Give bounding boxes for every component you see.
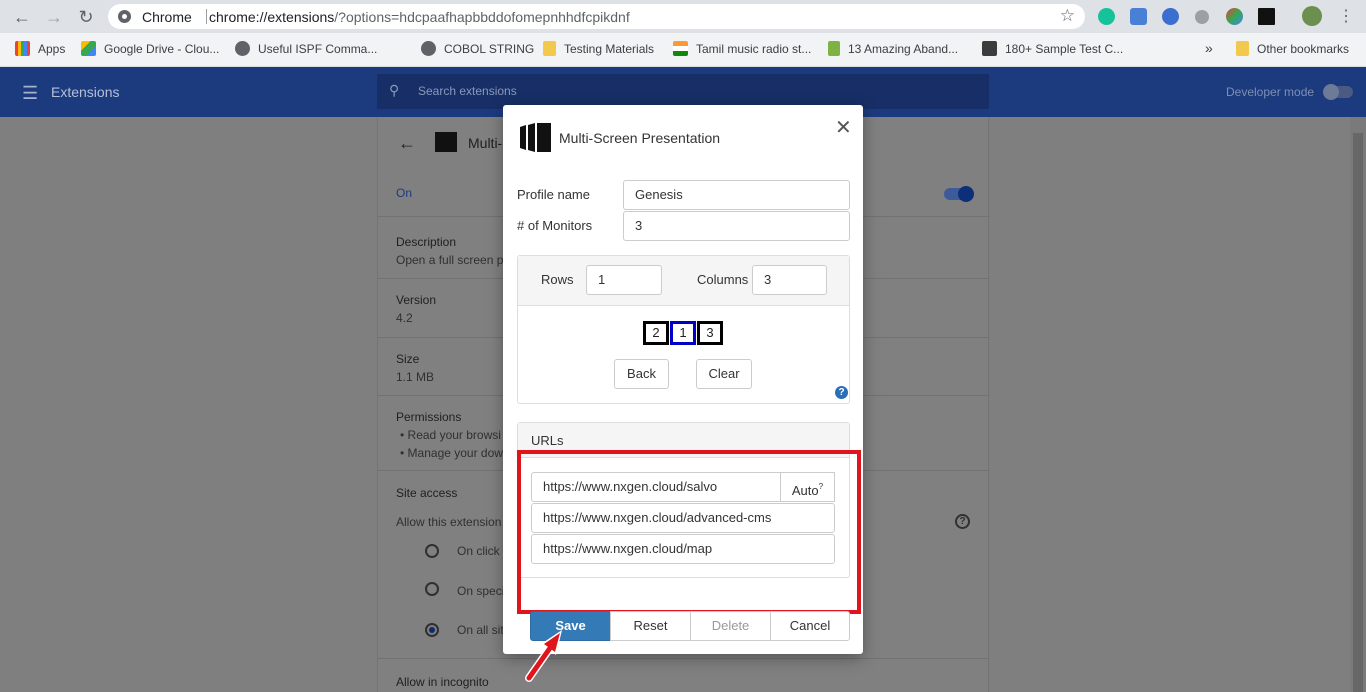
help-icon[interactable]: ?	[955, 514, 970, 529]
clear-button[interactable]: Clear	[696, 359, 752, 389]
bookmark-apps[interactable]: Apps	[15, 41, 65, 59]
folder-icon	[1236, 41, 1249, 56]
on-label: On	[396, 186, 413, 200]
description-text: Open a full screen pr	[396, 253, 508, 267]
monitor-cell-selected[interactable]: 1	[670, 321, 696, 345]
browser-toolbar: ← → ↻ Chrome chrome://extensions/?option…	[0, 0, 1366, 33]
bookmark-ispf[interactable]: Useful ISPF Comma...	[235, 41, 377, 59]
bookmark-amazing[interactable]: 13 Amazing Aband...	[828, 41, 958, 59]
bookmark-tamil-radio[interactable]: Tamil music radio st...	[673, 41, 811, 59]
radio-label: On specif	[457, 584, 508, 598]
size-value: 1.1 MB	[396, 370, 435, 384]
developer-mode-toggle[interactable]	[1323, 84, 1353, 100]
reload-icon[interactable]: ↻	[74, 5, 98, 29]
monitors-count-field[interactable]: 3	[623, 211, 850, 241]
multi-screen-extension-icon[interactable]	[1258, 8, 1275, 25]
page-title: Extensions	[51, 84, 120, 100]
chrome-icon	[118, 10, 131, 23]
permission-item: • Read your browsi	[400, 428, 501, 442]
columns-label: Columns	[697, 272, 749, 287]
bookmark-star-icon[interactable]: ☆	[1060, 6, 1075, 26]
radio-on-specific[interactable]	[425, 582, 439, 596]
monitor-cell[interactable]: 2	[643, 321, 669, 345]
columns-field[interactable]: 3	[752, 265, 827, 295]
radio-on-all-sites[interactable]	[425, 623, 439, 637]
translate-icon[interactable]	[1162, 8, 1179, 25]
bookmark-google-drive[interactable]: Google Drive - Clou...	[81, 41, 219, 59]
grammarly-icon[interactable]	[1098, 8, 1115, 25]
colorful-extension-icon[interactable]	[1226, 8, 1243, 25]
profile-name-field[interactable]: Genesis	[623, 180, 850, 210]
extension-logo-icon	[435, 132, 457, 152]
url-text: chrome://extensions/?options=hdcpaafhapb…	[209, 9, 630, 25]
india-flag-icon	[673, 41, 688, 56]
search-extensions-field[interactable]: ⚲ Search extensions	[377, 74, 989, 109]
bookmark-sample-test[interactable]: 180+ Sample Test C...	[982, 41, 1123, 59]
monitor-cell[interactable]: 3	[697, 321, 723, 345]
back-button[interactable]: Back	[614, 359, 669, 389]
radio-on-click[interactable]	[425, 544, 439, 558]
site-access-description: Allow this extension t	[396, 515, 509, 529]
urls-highlight-box	[517, 450, 861, 614]
urls-title: URLs	[531, 433, 564, 448]
developer-mode-label: Developer mode	[1226, 85, 1315, 99]
rows-field[interactable]: 1	[586, 265, 662, 295]
bookmark-testing[interactable]: Testing Materials	[543, 41, 654, 59]
apps-grid-icon	[15, 41, 30, 56]
hamburger-menu-icon[interactable]: ☰	[22, 83, 38, 104]
close-icon[interactable]: ✕	[835, 115, 852, 140]
extension-enable-toggle[interactable]	[944, 186, 974, 202]
avatar[interactable]	[1302, 6, 1322, 26]
bookmarks-bar: Apps Google Drive - Clou... Useful ISPF …	[0, 33, 1366, 67]
site-icon	[982, 41, 997, 56]
scheme-label: Chrome	[142, 9, 192, 25]
rows-label: Rows	[541, 272, 574, 287]
forward-arrow-icon[interactable]: →	[42, 5, 66, 29]
version-value: 4.2	[396, 311, 413, 325]
monitors-label: # of Monitors	[517, 218, 593, 233]
google-translate-icon[interactable]	[1130, 8, 1147, 25]
dollar-icon	[828, 41, 840, 56]
annotation-arrow-icon	[525, 630, 562, 682]
page-scrollbar[interactable]	[1350, 117, 1366, 692]
more-vert-icon[interactable]: ⋮	[1334, 5, 1358, 29]
divider	[378, 658, 990, 659]
permission-item: • Manage your dow	[400, 446, 503, 460]
scrollbar-thumb[interactable]	[1353, 133, 1363, 692]
description-label: Description	[396, 235, 457, 249]
folder-icon	[543, 41, 556, 56]
bookmark-other[interactable]: Other bookmarks	[1236, 41, 1349, 59]
address-separator	[206, 9, 207, 24]
site-access-label: Site access	[396, 486, 458, 500]
size-label: Size	[396, 352, 420, 366]
globe-icon	[421, 41, 436, 56]
cancel-button[interactable]: Cancel	[770, 611, 850, 641]
search-icon: ⚲	[389, 82, 400, 98]
profile-name-label: Profile name	[517, 187, 590, 202]
dialog-title: Multi-Screen Presentation	[559, 130, 721, 146]
back-arrow-icon[interactable]: ←	[10, 5, 34, 29]
address-bar[interactable]: Chrome chrome://extensions/?options=hdcp…	[108, 4, 1085, 29]
delete-button[interactable]: Delete	[690, 611, 771, 641]
options-dialog: Multi-Screen Presentation ✕ Profile name…	[503, 105, 863, 654]
back-arrow-icon[interactable]: ←	[398, 133, 416, 154]
radio-label: On click	[457, 544, 500, 558]
radio-label: On all sit	[457, 623, 504, 637]
bookmarks-overflow[interactable]: »	[1205, 40, 1213, 58]
reset-button[interactable]: Reset	[610, 611, 691, 641]
bookmark-cobol[interactable]: COBOL STRING	[421, 41, 534, 59]
permissions-label: Permissions	[396, 410, 462, 424]
multi-screen-logo-icon	[520, 123, 551, 152]
record-icon[interactable]	[1195, 10, 1209, 24]
version-label: Version	[396, 293, 437, 307]
incognito-label: Allow in incognito	[396, 675, 489, 689]
help-icon[interactable]: ?	[835, 386, 848, 399]
google-drive-icon	[81, 41, 96, 56]
globe-icon	[235, 41, 250, 56]
search-placeholder: Search extensions	[418, 84, 517, 98]
